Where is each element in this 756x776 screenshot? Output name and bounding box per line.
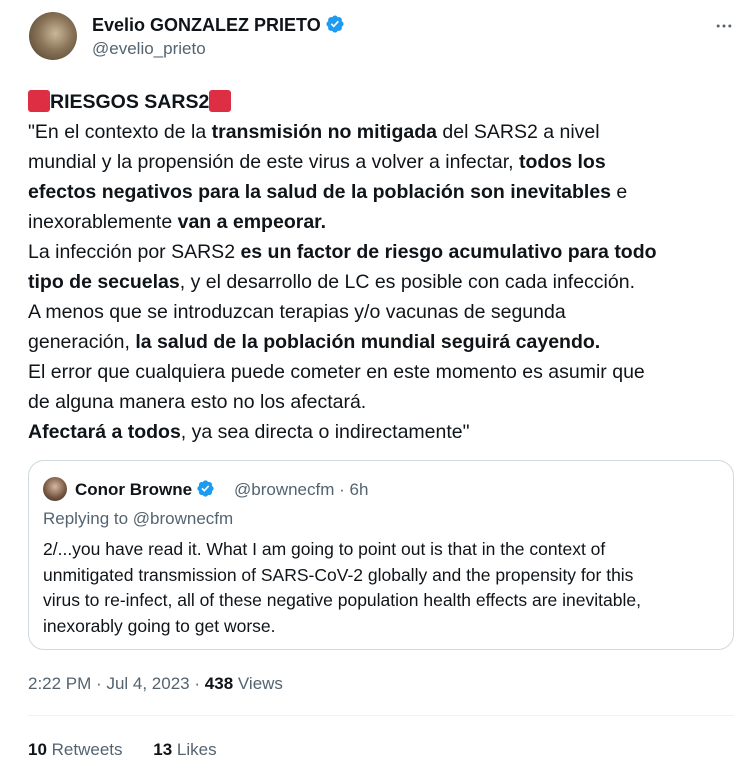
tweet-text-segment: generación,	[28, 331, 136, 353]
tweet-text-segment: A menos que se introduzcan terapias y/o …	[28, 301, 566, 323]
tweet-text-line: "En el contexto de la transmisión no mit…	[28, 117, 740, 147]
views-label: Views	[237, 674, 283, 693]
tweet-body: "En el contexto de la transmisión no mit…	[28, 117, 740, 447]
verified-badge-icon	[326, 15, 344, 33]
tweet-text-line: A menos que se introduzcan terapias y/o …	[28, 297, 740, 327]
tweet-text-segment: del SARS2 a nivel	[437, 121, 600, 143]
tweet-text-line: efectos negativos para la salud de la po…	[28, 177, 740, 207]
engagement-stats: 10 Retweets 13 Likes	[28, 739, 243, 761]
quote-author-name[interactable]: Conor Browne	[75, 480, 192, 499]
tweet-text-segment: inexorablemente	[28, 211, 178, 233]
tweet-text-bold: todos los	[519, 151, 606, 173]
quote-time[interactable]: 6h	[350, 480, 369, 499]
tweet-text-bold: Afectará a todos	[28, 421, 181, 443]
quote-text-line: unmitigated transmission of SARS-CoV-2 g…	[43, 564, 634, 585]
quote-author-display-name[interactable]: Conor Browne	[75, 479, 215, 501]
red-square-emoji	[28, 90, 50, 112]
retweets-stat[interactable]: 10 Retweets	[28, 739, 123, 761]
divider	[28, 715, 734, 716]
author-display-name[interactable]: Evelio GONZALEZ PRIETO	[92, 14, 345, 36]
tweet: Evelio GONZALEZ PRIETO @evelio_prieto RI…	[0, 0, 756, 776]
quote-meta: @brownecfm · 6h	[234, 479, 368, 501]
tweet-text-segment: El error que cualquiera puede cometer en…	[28, 361, 645, 383]
retweets-label: Retweets	[51, 740, 123, 759]
tweet-text: RIESGOS SARS2 "En el contexto de la tran…	[28, 87, 740, 447]
more-dots-icon[interactable]	[712, 14, 736, 38]
quote-author-avatar[interactable]	[43, 477, 67, 501]
verified-badge-icon	[197, 480, 214, 497]
tweet-text-line: tipo de secuelas, y el desarrollo de LC …	[28, 267, 740, 297]
likes-label: Likes	[176, 740, 217, 759]
tweet-text-segment: "En el contexto de la	[28, 121, 212, 143]
tweet-text-segment: , y el desarrollo de LC es posible con c…	[179, 271, 635, 293]
tweet-text-segment: de alguna manera esto no los afectará.	[28, 391, 367, 413]
quote-author-handle[interactable]: @brownecfm	[234, 480, 334, 499]
likes-count: 13	[153, 740, 173, 759]
author-avatar[interactable]	[29, 12, 77, 60]
tweet-text-line: El error que cualquiera puede cometer en…	[28, 357, 740, 387]
tweet-text-line: generación, la salud de la población mun…	[28, 327, 740, 357]
tweet-text-segment: mundial y la propensión de este virus a …	[28, 151, 520, 173]
views-count: 438	[204, 674, 234, 693]
retweets-count: 10	[28, 740, 47, 759]
tweet-text-line: Afectará a todos, ya sea directa o indir…	[28, 417, 740, 447]
tweet-title: RIESGOS SARS2	[50, 91, 210, 113]
likes-stat[interactable]: 13 Likes	[153, 739, 216, 761]
tweet-text-line: mundial y la propensión de este virus a …	[28, 147, 740, 177]
meta-separator: ·	[194, 674, 201, 693]
quote-text-line: virus to re-infect, all of these negativ…	[43, 590, 641, 610]
quote-replying-to: Replying to @brownecfm	[43, 509, 234, 528]
tweet-text-bold: van a empeorar.	[177, 211, 327, 233]
tweet-text-line: La infección por SARS2 es un factor de r…	[28, 237, 740, 267]
tweet-text-line: de alguna manera esto no los afectará.	[28, 387, 740, 417]
author-name[interactable]: Evelio GONZALEZ PRIETO	[92, 15, 321, 35]
tweet-date[interactable]: Jul 4, 2023	[106, 674, 189, 693]
tweet-text-segment: e	[611, 181, 628, 203]
quoted-tweet[interactable]: Conor Browne @brownecfm · 6h Replying to…	[28, 460, 734, 650]
tweet-text-bold: la salud de la población mundial seguirá…	[135, 331, 601, 353]
author-handle[interactable]: @evelio_prieto	[92, 38, 206, 60]
quote-text: 2/...you have read it. What I am going t…	[43, 537, 723, 639]
quote-text-line: 2/...you have read it. What I am going t…	[43, 539, 606, 559]
tweet-text-line: inexorablemente van a empeorar.	[28, 207, 740, 237]
tweet-text-bold: tipo de secuelas	[28, 271, 180, 293]
tweet-time[interactable]: 2:22 PM	[28, 674, 91, 693]
red-square-emoji	[209, 90, 232, 112]
quote-separator: ·	[339, 480, 345, 499]
meta-separator: ·	[96, 674, 102, 693]
quote-text-line: inexorably going to get worse.	[43, 615, 276, 636]
tweet-text-segment: La infección por SARS2	[28, 241, 241, 263]
tweet-title-line: RIESGOS SARS2	[28, 87, 740, 117]
tweet-meta: 2:22 PM · Jul 4, 2023 · 438 Views	[28, 673, 283, 695]
tweet-text-segment: , ya sea directa o indirectamente"	[180, 421, 470, 443]
tweet-text-bold: transmisión no mitigada	[211, 121, 437, 143]
tweet-text-bold: es un factor de riesgo acumulativo para …	[240, 241, 657, 263]
tweet-text-bold: efectos negativos para la salud de la po…	[28, 181, 612, 203]
